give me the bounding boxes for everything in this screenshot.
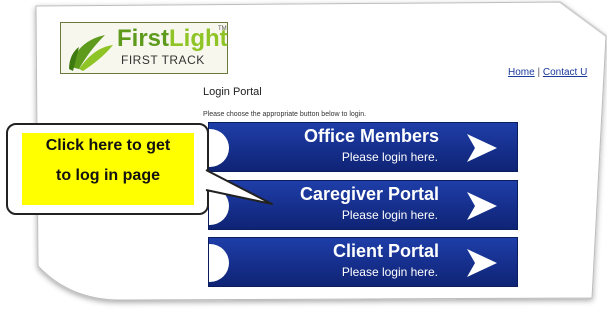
caregiver-portal-button[interactable]: Caregiver Portal Please login here. bbox=[208, 180, 518, 230]
callout-text-line-1: Click here to get bbox=[45, 137, 171, 154]
login-instructions: Please choose the appropriate button bel… bbox=[203, 111, 367, 118]
logo-wordmark: FirstLight bbox=[117, 25, 228, 53]
nav-separator: | bbox=[537, 67, 541, 78]
chevron-right-icon bbox=[467, 134, 497, 162]
office-members-button[interactable]: Office Members Please login here. bbox=[208, 122, 518, 172]
top-nav: Home | Contact U bbox=[508, 67, 587, 78]
button-bulge-decoration bbox=[209, 187, 229, 225]
logo-trademark: TM bbox=[218, 26, 227, 32]
home-link[interactable]: Home bbox=[508, 67, 535, 78]
button-subtitle: Please login here. bbox=[341, 150, 438, 164]
callout-text-line-2: to log in page bbox=[56, 167, 160, 184]
logo-first-text: First bbox=[117, 25, 170, 52]
button-subtitle: Please login here. bbox=[341, 265, 438, 279]
button-title: Client Portal bbox=[332, 241, 439, 261]
page-title: Login Portal bbox=[203, 86, 262, 98]
logo-subtitle: FIRST TRACK bbox=[121, 53, 205, 67]
chevron-right-icon bbox=[467, 249, 497, 277]
firstlight-logo[interactable]: FirstLight TM FIRST TRACK bbox=[60, 22, 228, 74]
button-title: Caregiver Portal bbox=[299, 184, 439, 204]
button-title: Office Members bbox=[303, 126, 439, 146]
leaf-logo-icon bbox=[69, 35, 113, 71]
button-bulge-decoration bbox=[209, 129, 229, 167]
contact-link[interactable]: Contact U bbox=[543, 67, 587, 78]
chevron-right-icon bbox=[467, 192, 497, 220]
button-subtitle: Please login here. bbox=[341, 208, 438, 222]
client-portal-button[interactable]: Client Portal Please login here. bbox=[208, 237, 518, 287]
button-bulge-decoration bbox=[209, 244, 229, 282]
